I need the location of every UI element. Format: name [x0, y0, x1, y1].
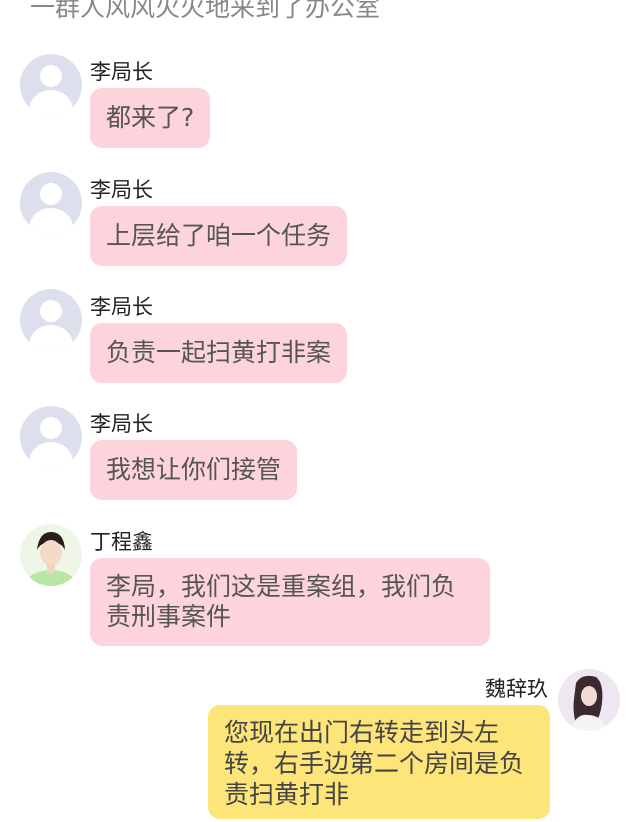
sender-name: 李局长 [90, 295, 153, 319]
sender-name: 丁程鑫 [90, 530, 153, 554]
message-bubble: 您现在出门右转走到头左转，右手边第二个房间是负责扫黄打非 [208, 705, 550, 819]
message-bubble: 都来了? [90, 88, 211, 148]
message-bubble: 负责一起扫黄打非案 [90, 323, 348, 383]
sender-name: 李局长 [90, 60, 153, 84]
default-avatar-icon[interactable] [20, 406, 82, 468]
sender-name: 李局长 [90, 412, 153, 436]
default-avatar-icon[interactable] [20, 289, 82, 351]
message-bubble: 上层给了咱一个任务 [90, 206, 348, 266]
message-bubble: 我想让你们接管 [90, 440, 298, 500]
photo-avatar-icon[interactable] [558, 669, 620, 731]
chat-message: 李局长 上层给了咱一个任务 [0, 170, 640, 270]
chat-message: 李局长 我想让你们接管 [0, 404, 640, 504]
sender-name: 魏辞玖 [485, 677, 548, 701]
chat-message: 李局长 负责一起扫黄打非案 [0, 287, 640, 387]
sender-name: 李局长 [90, 178, 153, 202]
narration-text: 一群人风风火火地来到了办公室 [30, 0, 381, 22]
chat-message: 魏辞玖 您现在出门右转走到头左转，右手边第二个房间是负责扫黄打非 [0, 667, 640, 822]
message-bubble: 李局，我们这是重案组，我们负责刑事案件 [90, 558, 490, 646]
photo-avatar-icon[interactable] [20, 524, 82, 586]
default-avatar-icon[interactable] [20, 172, 82, 234]
chat-message: 李局长 都来了? [0, 52, 640, 152]
chat-message: 丁程鑫 李局，我们这是重案组，我们负责刑事案件 [0, 522, 640, 652]
default-avatar-icon[interactable] [20, 54, 82, 116]
